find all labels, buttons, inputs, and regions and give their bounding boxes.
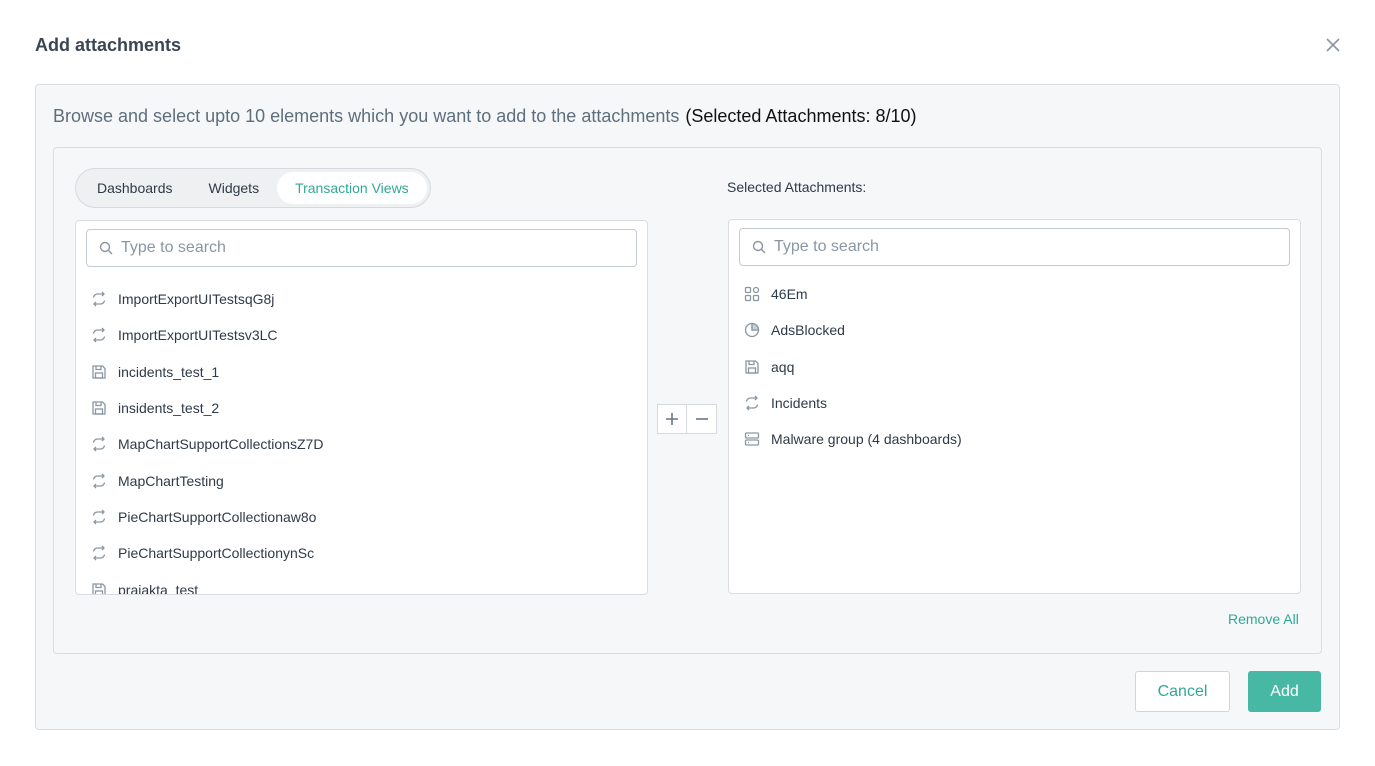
available-items: ImportExportUITestsqG8j ImportExportUITes… [76,281,647,595]
available-search-input[interactable] [121,239,621,257]
instructions-text: Browse and select upto 10 elements which… [53,106,680,126]
available-item-label: ImportExportUITestsv3LC [118,327,278,344]
save-icon [743,358,761,376]
move-buttons [657,404,717,434]
available-item-label: ImportExportUITestsqG8j [118,291,275,308]
plus-icon [666,413,678,425]
add-attachments-modal: Add attachments Browse and select upto 1… [0,0,1375,766]
close-icon [1326,38,1340,52]
tab-dashboards[interactable]: Dashboards [79,172,191,204]
tab-widgets[interactable]: Widgets [191,172,278,204]
transaction-icon [90,435,108,453]
available-list: ImportExportUITestsqG8j ImportExportUITes… [75,220,648,595]
selected-search [739,228,1290,266]
available-search [86,229,637,267]
available-list-item[interactable]: incidents_test_1 [76,354,647,390]
close-button[interactable] [1322,34,1344,56]
available-list-item[interactable]: PieChartSupportCollectionaw8o [76,499,647,535]
transaction-icon [90,544,108,562]
selected-list-item[interactable]: Malware group (4 dashboards) [729,421,1300,457]
save-icon [90,363,108,381]
available-list-item[interactable]: insidents_test_2 [76,390,647,426]
selected-list-item[interactable]: 46Em [729,276,1300,312]
tab-transaction-views[interactable]: Transaction Views [277,172,427,204]
widgets-icon [743,285,761,303]
selected-list-item[interactable]: AdsBlocked [729,312,1300,348]
transaction-icon [90,290,108,308]
available-item-label: incidents_test_1 [118,363,220,380]
selected-list-item[interactable]: Incidents [729,385,1300,421]
available-list-item[interactable]: ImportExportUITestsqG8j [76,281,647,317]
available-list-item[interactable]: MapChartSupportCollectionsZ7D [76,426,647,462]
available-list-item[interactable]: prajakta_test [76,571,647,595]
instructions: Browse and select upto 10 elements which… [53,106,917,127]
selected-list-item[interactable]: aqq [729,349,1300,385]
minus-icon [695,418,708,420]
available-list-item[interactable]: MapChartTesting [76,462,647,498]
selected-item-label: Malware group (4 dashboards) [771,431,962,448]
dashboard-group-icon [743,430,761,448]
available-item-label: PieChartSupportCollectionynSc [118,545,315,562]
add-button[interactable]: Add [1248,671,1321,712]
available-list-item[interactable]: PieChartSupportCollectionynSc [76,535,647,571]
selected-items: 46Em AdsBlocked aqq Incidents Malware group … [729,276,1300,457]
selected-item-label: 46Em [771,286,808,303]
available-item-label: MapChartTesting [118,472,224,489]
available-item-label: PieChartSupportCollectionaw8o [118,508,317,525]
available-list-item[interactable]: ImportExportUITestsv3LC [76,317,647,353]
transaction-icon [90,508,108,526]
remove-all-link[interactable]: Remove All [1228,611,1299,627]
pie-chart-icon [743,321,761,339]
search-icon [99,241,113,255]
type-tabs: Dashboards Widgets Transaction Views [75,168,431,208]
transaction-icon [90,326,108,344]
selected-attachments-label: Selected Attachments: [727,179,867,195]
remove-selected-button[interactable] [687,404,717,434]
selected-item-label: AdsBlocked [771,322,845,339]
selected-count: (Selected Attachments: 8/10) [685,106,917,126]
add-selected-button[interactable] [657,404,687,434]
available-item-label: MapChartSupportCollectionsZ7D [118,436,324,453]
transaction-icon [90,472,108,490]
available-item-label: insidents_test_2 [118,400,220,417]
attachments-panel: Browse and select upto 10 elements which… [35,84,1340,730]
modal-title: Add attachments [35,35,182,55]
selected-item-label: Incidents [771,395,828,412]
save-icon [90,399,108,417]
selected-search-input[interactable] [774,238,1274,256]
available-item-label: prajakta_test [118,581,199,595]
search-icon [752,240,766,254]
selected-item-label: aqq [771,358,795,375]
selected-list: 46Em AdsBlocked aqq Incidents Malware group … [728,219,1301,594]
selection-area: Dashboards Widgets Transaction Views Imp… [53,147,1322,654]
transaction-icon [743,394,761,412]
cancel-button[interactable]: Cancel [1135,671,1230,712]
save-icon [90,581,108,594]
